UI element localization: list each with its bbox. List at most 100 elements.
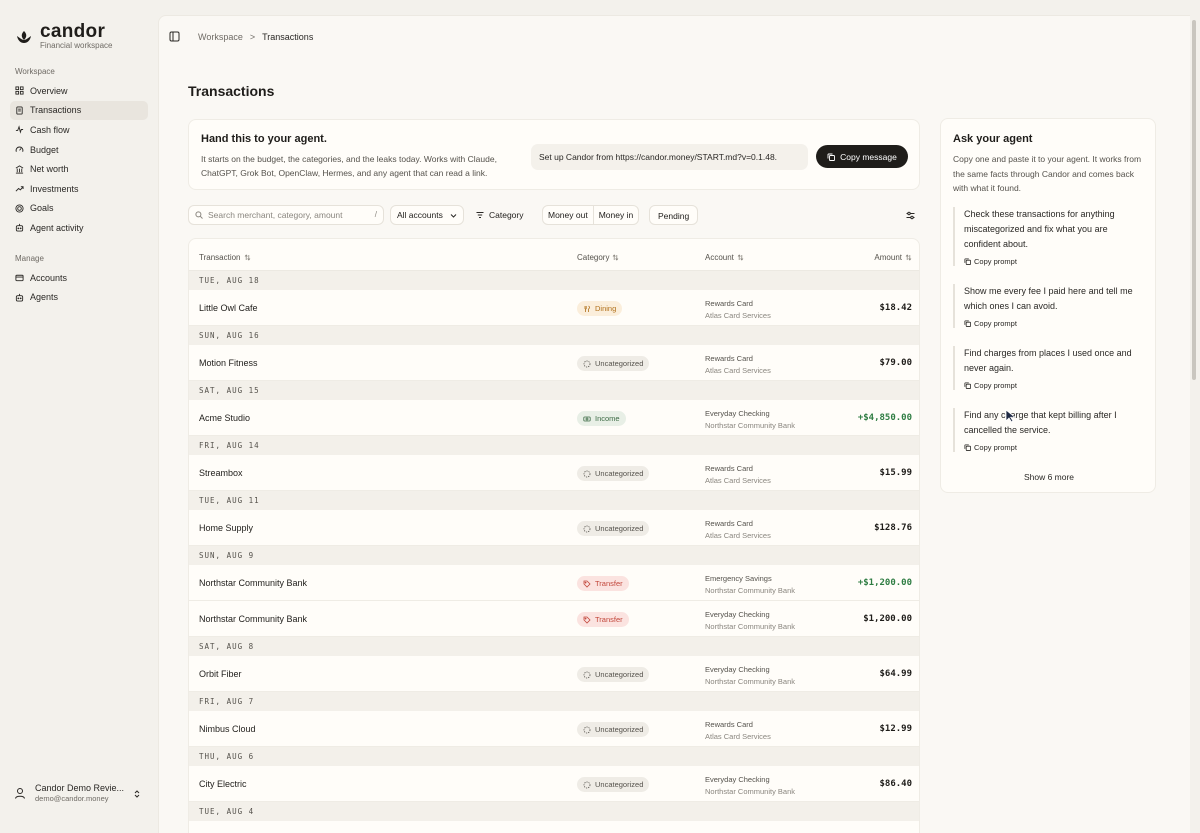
account-cell: Rewards Card Atlas Card Services (705, 719, 771, 743)
account-institution: Northstar Community Bank (705, 586, 796, 595)
column-transaction[interactable]: Transaction (199, 253, 251, 262)
date-group-header: THU, AUG 6 (189, 747, 919, 766)
tag-icon (583, 580, 591, 588)
breadcrumb-root[interactable]: Workspace (198, 32, 243, 42)
copy-message-button[interactable]: Copy message (816, 145, 908, 168)
page-scrollbar[interactable] (1192, 20, 1196, 380)
page-title: Transactions (188, 83, 275, 99)
copy-prompt-label: Copy prompt (974, 443, 1017, 452)
sidebar-item-budget[interactable]: Budget (10, 140, 148, 160)
brand[interactable]: candor Financial workspace (15, 22, 112, 50)
money-in-toggle[interactable]: Money in (592, 205, 639, 225)
wallet-icon (15, 275, 24, 282)
category-badge[interactable]: Uncategorized (577, 722, 650, 737)
category-filter-button[interactable]: Category (476, 205, 524, 225)
sort-icon (613, 254, 619, 261)
category-badge[interactable]: Transfer (577, 612, 629, 627)
account-institution: Northstar Community Bank (705, 787, 796, 796)
copy-icon (964, 258, 971, 265)
prompt-card[interactable]: Find any charge that kept billing after … (953, 408, 1145, 452)
show-more-button[interactable]: Show 6 more (941, 472, 1157, 482)
filter-bar: Search merchant, category, amount / All … (188, 205, 920, 225)
category-label: Uncategorized (595, 359, 644, 368)
copy-prompt-label: Copy prompt (974, 257, 1017, 266)
copy-icon (964, 382, 971, 389)
table-row[interactable]: Nimbus Cloud Uncategorized Rewards Card Atl… (189, 711, 919, 747)
date-group-header: SAT, AUG 8 (189, 637, 919, 656)
category-label: Transfer (595, 615, 623, 624)
table-row[interactable]: Northstar Community Bank Transfer Emergenc… (189, 565, 919, 601)
pulse-icon (15, 125, 24, 135)
column-account[interactable]: Account (705, 253, 744, 262)
column-category[interactable]: Category (577, 253, 619, 262)
account-cell: Rewards Card Atlas Card Services (705, 353, 771, 377)
pending-filter[interactable]: Pending (649, 205, 699, 225)
sidebar-item-transactions[interactable]: Transactions (10, 100, 148, 121)
category-badge[interactable]: Income (577, 411, 626, 426)
category-badge[interactable]: Uncategorized (577, 777, 650, 792)
sidebar-item-investments[interactable]: Investments (10, 179, 148, 199)
transaction-amount: $128.76 (874, 523, 912, 533)
copy-prompt-button[interactable]: Copy prompt (964, 443, 1145, 452)
column-amount[interactable]: Amount (874, 253, 912, 262)
sidebar-item-net-worth[interactable]: Net worth (10, 159, 148, 179)
copy-icon (964, 320, 971, 327)
table-row[interactable]: Home Supply Uncategorized Rewards Card Atla… (189, 510, 919, 546)
table-row[interactable]: Orbit Fiber Uncategorized Everyday Checkin… (189, 656, 919, 692)
category-badge[interactable]: Transfer (577, 576, 629, 591)
table-row[interactable]: Acme Studio Income Everyday Checking Norths… (189, 400, 919, 436)
workspace-nav: Overview Transactions Cash flow Budget N… (10, 81, 148, 238)
account-institution: Northstar Community Bank (705, 421, 796, 430)
sliders-icon[interactable] (906, 211, 915, 220)
user-menu[interactable]: Candor Demo Revie... demo@candor.money (13, 783, 148, 803)
account-name: Rewards Card (705, 464, 753, 473)
accounts-dropdown[interactable]: All accounts (390, 205, 464, 225)
prompt-card[interactable]: Show me every fee I paid here and tell m… (953, 284, 1145, 328)
table-row[interactable]: Motion Fitness Uncategorized Rewards Card A… (189, 345, 919, 381)
table-row[interactable]: City Electric Uncategorized Everyday Check… (189, 766, 919, 802)
money-out-toggle[interactable]: Money out (543, 205, 593, 225)
cash-icon (583, 416, 591, 421)
main-content: Workspace > Transactions Transactions Ha… (158, 15, 1190, 833)
dashed-circle-icon (583, 781, 591, 788)
copy-prompt-button[interactable]: Copy prompt (964, 381, 1145, 390)
candor-logo-icon (17, 31, 31, 43)
copy-prompt-button[interactable]: Copy prompt (964, 319, 1145, 328)
category-badge[interactable]: Uncategorized (577, 466, 650, 481)
category-badge[interactable]: Uncategorized (577, 521, 650, 536)
sidebar-toggle-icon[interactable] (169, 31, 180, 42)
table-row[interactable]: Northstar Community Bank Transfer Everyday… (189, 601, 919, 637)
date-group-header: TUE, AUG 18 (189, 271, 919, 290)
table-header: Transaction Category Account Amount (189, 239, 919, 271)
category-badge[interactable]: Dining (577, 301, 623, 316)
bank-icon (15, 165, 24, 174)
table-row[interactable]: Streambox Uncategorized Rewards Card Atlas … (189, 455, 919, 491)
category-badge[interactable]: Uncategorized (577, 667, 650, 682)
account-cell: Rewards Card Atlas Card Services (705, 518, 771, 542)
sidebar-item-cash-flow[interactable]: Cash flow (10, 120, 148, 140)
topbar: Workspace > Transactions (159, 16, 1191, 60)
transaction-amount: +$4,850.00 (857, 413, 912, 423)
sidebar-item-goals[interactable]: Goals (10, 199, 148, 219)
column-label: Transaction (199, 253, 241, 262)
table-row[interactable]: Little Owl Cafe Dining Rewards Card Atlas C… (189, 290, 919, 326)
setup-message[interactable]: Set up Candor from https://candor.money/… (531, 144, 808, 170)
category-badge[interactable]: Uncategorized (577, 356, 650, 371)
user-name: Candor Demo Revie... (35, 783, 125, 793)
receipt-icon (16, 106, 23, 115)
prompt-card[interactable]: Find charges from places I used once and… (953, 346, 1145, 390)
sidebar-item-overview[interactable]: Overview (10, 81, 148, 101)
transaction-amount: $1,200.00 (863, 614, 912, 624)
date-group-header: SUN, AUG 9 (189, 546, 919, 565)
ask-agent-panel: Ask your agent Copy one and paste it to … (940, 118, 1156, 493)
prompt-card[interactable]: Check these transactions for anything mi… (953, 207, 1145, 266)
sidebar-item-agents[interactable]: Agents (10, 288, 148, 308)
copy-message-label: Copy message (840, 151, 897, 162)
copy-prompt-button[interactable]: Copy prompt (964, 257, 1145, 266)
account-cell: Everyday Checking Northstar Community Ban… (705, 408, 795, 432)
sidebar-item-agent-activity[interactable]: Agent activity (10, 218, 148, 238)
agent-panel-description: Copy one and paste it to your agent. It … (953, 154, 1142, 193)
search-input[interactable]: Search merchant, category, amount / (188, 205, 384, 225)
sidebar-item-accounts[interactable]: Accounts (10, 268, 148, 288)
account-name: Everyday Checking (705, 665, 770, 674)
